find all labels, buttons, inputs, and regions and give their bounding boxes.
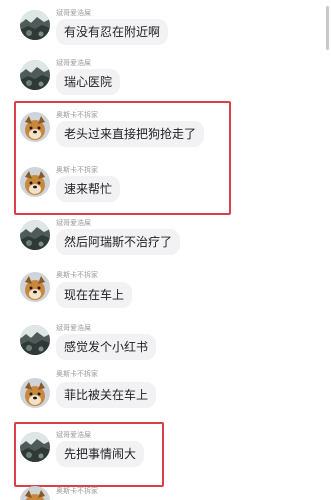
message-bubble[interactable]: 感觉发个小红书 (56, 334, 157, 360)
message-bubble[interactable]: 瑞心医院 (56, 69, 121, 95)
message-bubble[interactable]: 菲比被关在车上 (56, 382, 157, 408)
username: 奥斯卡不拆家 (56, 271, 98, 279)
username: 奥斯卡不拆家 (56, 111, 98, 119)
message-bubble[interactable]: 速来帮忙 (56, 176, 121, 202)
message-bubble[interactable]: 现在在车上 (56, 282, 133, 308)
chat-view: 斌哥爱浩屎 有没有忍在附近啊 斌哥爱浩屎 瑞心医院 奥斯卡不拆家 老头过来直接把… (0, 0, 331, 500)
landscape-avatar[interactable] (20, 325, 50, 355)
message-bubble[interactable]: 老头过来直接把狗抢走了 (56, 121, 205, 147)
landscape-avatar[interactable] (20, 432, 50, 462)
dog-avatar[interactable] (20, 486, 50, 500)
landscape-avatar[interactable] (20, 10, 50, 40)
message-bubble[interactable]: 先把事情闹大 (56, 441, 145, 467)
message-bubble[interactable]: 然后阿瑞斯不治疗了 (56, 229, 181, 255)
scrollbar[interactable] (326, 6, 329, 50)
dog-avatar[interactable] (20, 167, 50, 197)
dog-avatar[interactable] (20, 378, 50, 408)
username: 奥斯卡不拆家 (56, 166, 98, 174)
username: 斌哥爱浩屎 (56, 219, 91, 227)
username: 奥斯卡不拆家 (56, 487, 98, 495)
username: 斌哥爱浩屎 (56, 431, 91, 439)
username: 斌哥爱浩屎 (56, 9, 91, 17)
landscape-avatar[interactable] (20, 60, 50, 90)
message-bubble[interactable]: 有没有忍在附近啊 (56, 19, 169, 45)
username: 奥斯卡不拆家 (56, 370, 98, 378)
dog-avatar[interactable] (20, 112, 50, 142)
username: 斌哥爱浩屎 (56, 324, 91, 332)
username: 斌哥爱浩屎 (56, 59, 91, 67)
landscape-avatar[interactable] (20, 220, 50, 250)
dog-avatar[interactable] (20, 272, 50, 302)
